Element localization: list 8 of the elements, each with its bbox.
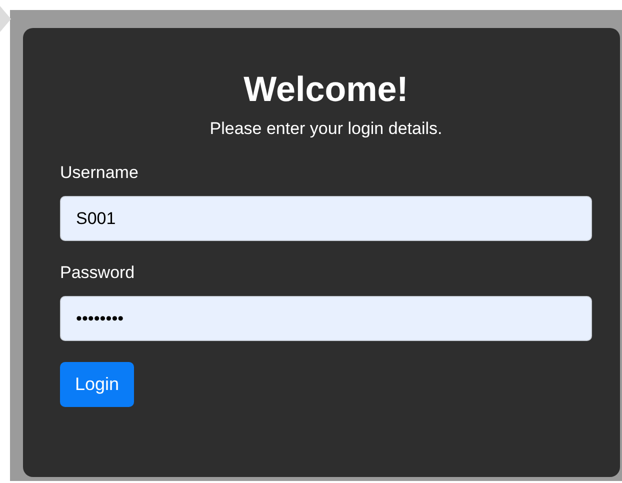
welcome-title: Welcome!	[242, 69, 410, 111]
input-field[interactable]: S001	[60, 196, 592, 241]
subtitle: Please enter your login details.	[208, 118, 444, 140]
field-label: Username	[60, 162, 138, 184]
login-button[interactable]: Login	[60, 362, 134, 407]
field-label: Password	[60, 262, 135, 284]
chevron-icon	[0, 6, 11, 32]
input-field[interactable]: ••••••••	[60, 296, 592, 341]
